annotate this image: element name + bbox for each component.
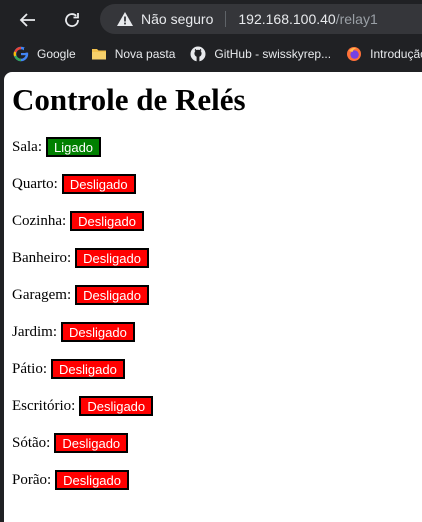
back-button[interactable] [14,6,42,34]
relay-label: Quarto: [12,176,58,192]
relay-toggle-sotao[interactable]: Desligado [54,433,129,453]
relay-label: Escritório: [12,398,76,414]
relay-toggle-garagem[interactable]: Desligado [75,285,149,305]
relay-row-quarto: Quarto: Desligado [12,174,153,211]
relay-label: Sala: [12,139,42,155]
relay-label: Pátio: [12,361,48,377]
page-content: Controle de Relés Sala: Ligado Quarto: D… [4,72,422,522]
relay-toggle-cozinha[interactable]: Desligado [70,211,144,231]
relay-row-porao: Porão: Desligado [12,470,153,507]
relay-row-sotao: Sótão: Desligado [12,433,153,470]
relay-row-jardim: Jardim: Desligado [12,322,153,359]
relay-toggle-porao[interactable]: Desligado [55,470,129,490]
bookmark-label: Nova pasta [114,47,176,61]
relay-label: Garagem: [12,287,72,303]
relay-label: Banheiro: [12,250,72,266]
relay-toggle-escritorio[interactable]: Desligado [79,396,154,416]
relay-row-escritorio: Escritório: Desligado [12,396,154,433]
browser-toolbar: Não seguro 192.168.100.40/relay1 Google … [0,0,422,72]
relay-toggle-jardim[interactable]: Desligado [61,322,135,342]
relay-label: Cozinha: [12,213,67,229]
relay-row-sala: Sala: Ligado [12,137,153,174]
bookmark-google[interactable]: Google [13,46,76,62]
reload-button[interactable] [58,6,86,34]
firefox-icon [347,47,362,61]
bookmark-nova-pasta[interactable]: Nova pasta [91,46,176,62]
bookmark-label: Google [37,47,76,61]
relay-list: Sala: Ligado Quarto: Desligado Cozinha: … [12,137,154,507]
relay-row-garagem: Garagem: Desligado [12,285,153,322]
bookmark-github[interactable]: GitHub - swisskyrep... [190,46,331,62]
bookmarks-bar: Google Nova pasta GitHub - swisskyrep... [0,40,422,68]
arrow-left-icon [19,13,35,27]
relay-label: Porão: [12,472,52,488]
relay-row-banheiro: Banheiro: Desligado [12,248,153,285]
url-path[interactable]: /relay1 [336,11,378,27]
bookmark-label: GitHub - swisskyrep... [214,47,332,61]
relay-label: Jardim: [12,324,57,340]
relay-toggle-banheiro[interactable]: Desligado [75,248,149,268]
relay-toggle-sala[interactable]: Ligado [46,137,102,157]
relay-row-cozinha: Cozinha: Desligado [12,211,153,248]
github-icon [190,46,206,62]
relay-toggle-patio[interactable]: Desligado [51,359,125,379]
bookmark-label: Introdução [370,47,422,61]
page-title: Controle de Relés [12,82,246,117]
relay-label: Sótão: [12,435,51,451]
relay-row-patio: Pátio: Desligado [12,359,153,396]
url-host[interactable]: 192.168.100.40 [238,11,335,27]
folder-icon [91,49,106,60]
google-icon [13,46,29,62]
warning-icon[interactable] [116,11,134,27]
reload-icon [65,13,79,27]
relay-toggle-quarto[interactable]: Desligado [61,174,136,194]
omnibox-divider [225,11,227,27]
bookmark-introducao[interactable]: Introdução [346,46,422,62]
address-bar[interactable]: Não seguro 192.168.100.40/relay1 [100,4,422,34]
security-label[interactable]: Não seguro [141,11,213,27]
